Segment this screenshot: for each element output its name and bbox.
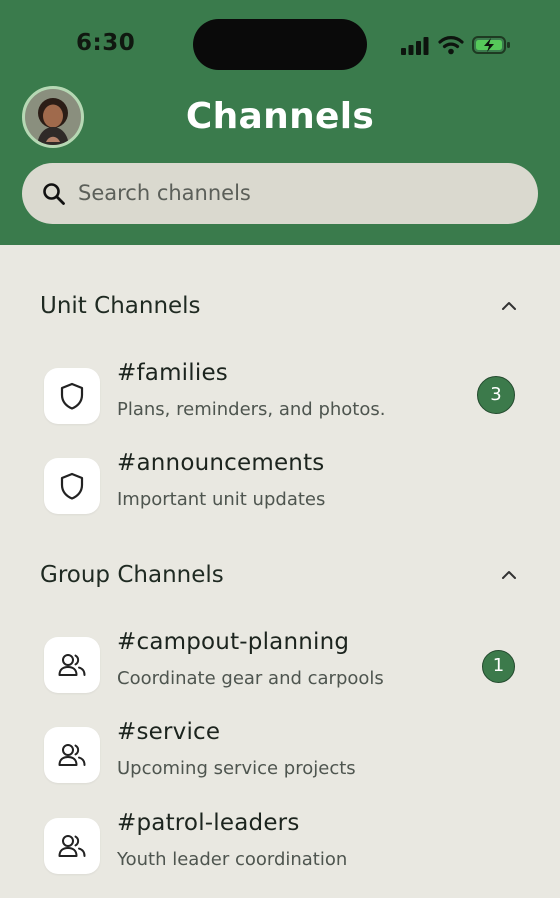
search-bar[interactable]: Search channels — [22, 163, 538, 224]
channel-icon-tile — [44, 637, 100, 693]
chevron-up-icon[interactable] — [500, 300, 518, 312]
group-icon — [58, 654, 86, 676]
dynamic-island — [193, 19, 367, 70]
app-header: 6:30 Channels Search channels — [0, 0, 560, 245]
channel-row-service[interactable]: #service Upcoming service projects — [0, 719, 560, 807]
shield-icon — [60, 472, 84, 500]
group-icon — [58, 835, 86, 857]
channel-row-families[interactable]: #families Plans, reminders, and photos. … — [0, 360, 560, 448]
channel-name: #service — [117, 719, 221, 745]
channel-description: Youth leader coordination — [117, 849, 348, 870]
section-header-unit-channels: Unit Channels — [40, 293, 201, 319]
unread-badge: 1 — [482, 650, 515, 683]
channel-icon-tile — [44, 458, 100, 514]
channel-description: Upcoming service projects — [117, 758, 356, 779]
group-icon — [58, 744, 86, 766]
channel-icon-tile — [44, 818, 100, 874]
channel-icon-tile — [44, 727, 100, 783]
channel-name: #campout-planning — [117, 629, 350, 655]
section-header-group-channels: Group Channels — [40, 562, 224, 588]
battery-charging-icon — [472, 36, 510, 54]
channel-name: #patrol-leaders — [117, 810, 300, 836]
page-title: Channels — [185, 96, 375, 137]
channel-row-announcements[interactable]: #announcements Important unit updates — [0, 450, 560, 538]
channel-description: Plans, reminders, and photos. — [117, 399, 386, 420]
chevron-up-icon[interactable] — [500, 569, 518, 581]
wifi-icon — [438, 36, 464, 55]
channel-row-patrol-leaders[interactable]: #patrol-leaders Youth leader coordinatio… — [0, 810, 560, 898]
channel-icon-tile — [44, 368, 100, 424]
channel-name: #announcements — [117, 450, 325, 476]
channel-description: Coordinate gear and carpools — [117, 668, 384, 689]
channel-row-campout-planning[interactable]: #campout-planning Coordinate gear and ca… — [0, 629, 560, 717]
channel-name: #families — [117, 360, 228, 386]
cellular-signal-icon — [401, 37, 429, 55]
status-time: 6:30 — [76, 30, 136, 56]
shield-icon — [60, 382, 84, 410]
channel-description: Important unit updates — [117, 489, 326, 510]
search-input[interactable]: Search channels — [78, 181, 251, 205]
search-icon — [43, 183, 65, 205]
unread-badge: 3 — [477, 376, 515, 414]
